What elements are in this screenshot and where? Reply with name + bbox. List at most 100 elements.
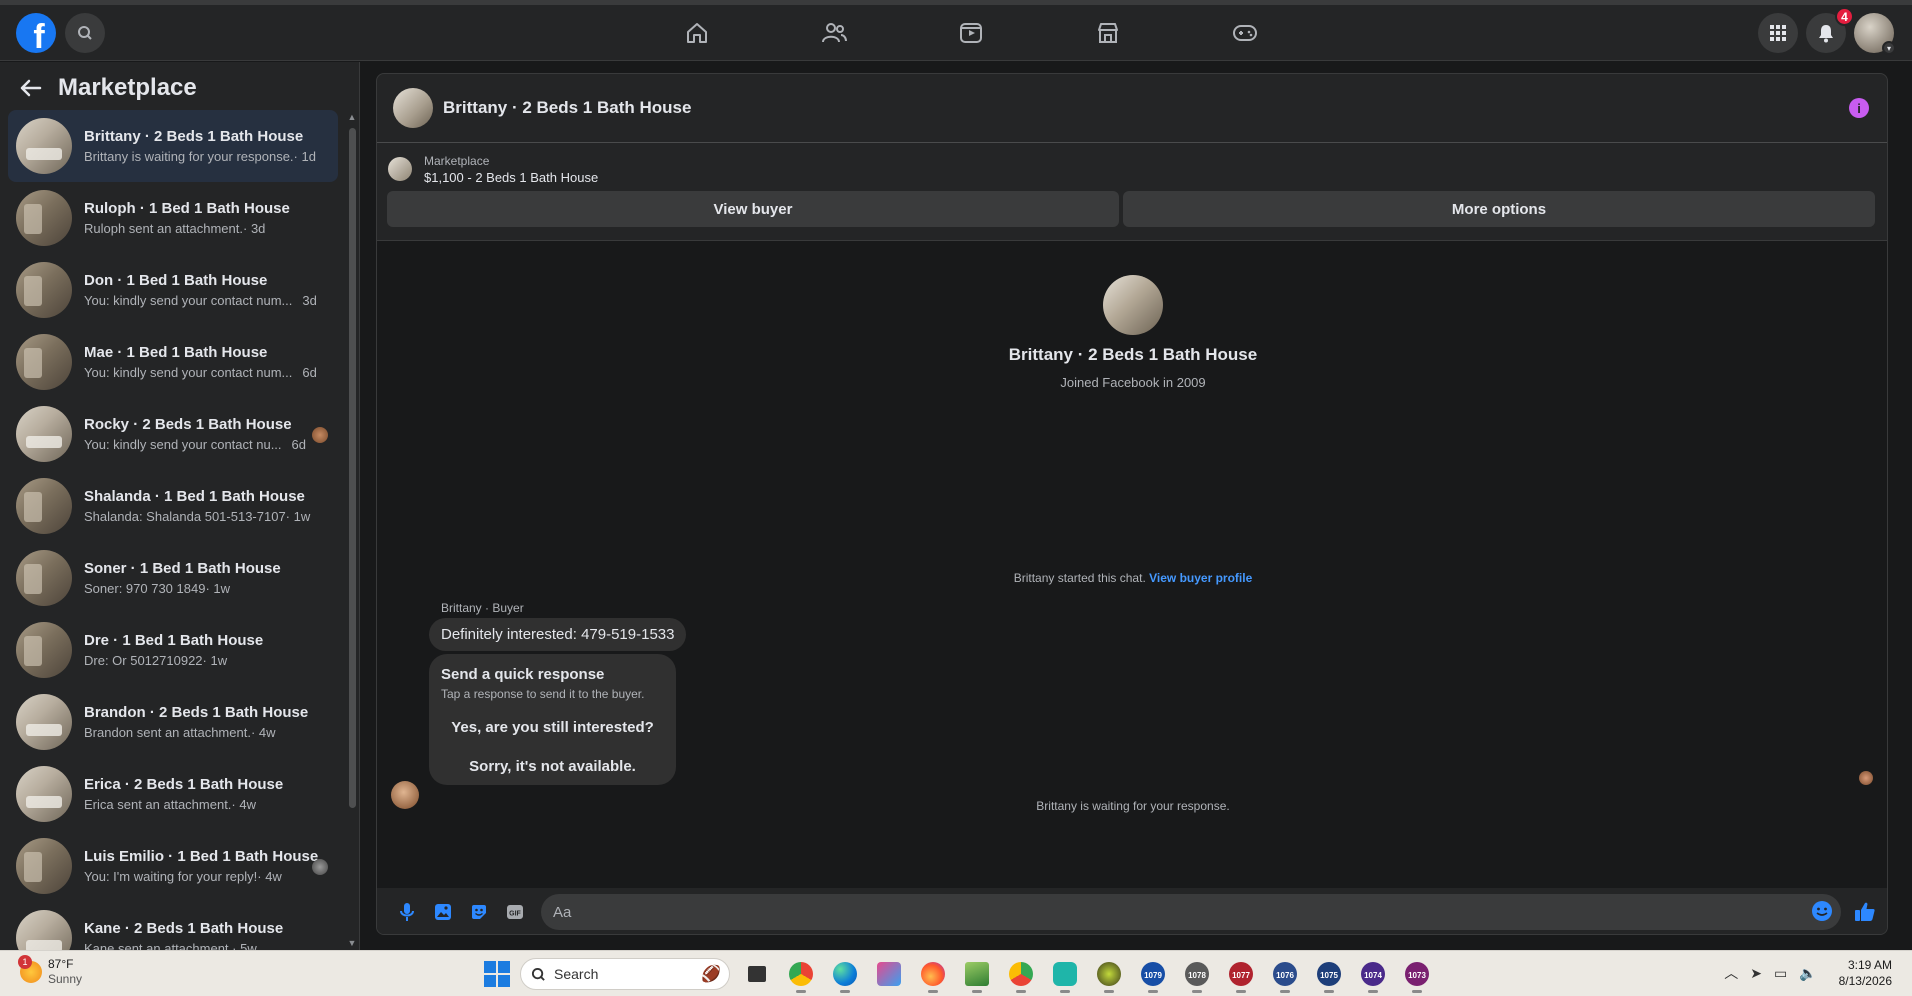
conversation-time: · 1d bbox=[293, 149, 316, 164]
listing-thumbnail bbox=[16, 118, 72, 174]
conversation-name: Luis Emilio · 1 Bed 1 Bath House bbox=[84, 848, 319, 865]
grid-menu-icon bbox=[1770, 25, 1786, 41]
conversation-item[interactable]: Mae · 1 Bed 1 Bath House You: kindly sen… bbox=[8, 326, 338, 398]
nav-home[interactable] bbox=[628, 5, 765, 61]
notifications-button[interactable]: 4 bbox=[1806, 7, 1854, 53]
chat-avatar[interactable] bbox=[393, 88, 433, 128]
menu-button[interactable] bbox=[1758, 13, 1798, 53]
listing-thumbnail bbox=[16, 838, 72, 894]
location-icon[interactable]: ➤ bbox=[1750, 965, 1762, 982]
sheets-app[interactable] bbox=[960, 957, 994, 993]
conversation-item[interactable]: Shalanda · 1 Bed 1 Bath House Shalanda: … bbox=[8, 470, 338, 542]
conversation-item[interactable]: Rocky · 2 Beds 1 Bath House You: kindly … bbox=[8, 398, 338, 470]
chrome-profile-app[interactable] bbox=[1004, 957, 1038, 993]
conversation-item[interactable]: Kane · 2 Beds 1 Bath House Kane sent an … bbox=[8, 902, 338, 950]
pinned-app-1073[interactable]: 1073 bbox=[1400, 957, 1434, 993]
sticker-button[interactable] bbox=[461, 894, 497, 930]
conversation-time: · 3d bbox=[243, 221, 266, 236]
listing-summary[interactable]: Marketplace $1,100 - 2 Beds 1 Bath House bbox=[377, 143, 1887, 187]
conversation-item[interactable]: Don · 1 Bed 1 Bath House You: kindly sen… bbox=[8, 254, 338, 326]
system-clock[interactable]: 3:19 AM 8/13/2026 bbox=[1839, 957, 1892, 989]
conversation-snippet: Brittany is waiting for your response. bbox=[84, 149, 294, 164]
listing-price: $1,100 - 2 Beds 1 Bath House bbox=[424, 169, 599, 185]
quick-response-subtitle: Tap a response to send it to the buyer. bbox=[441, 687, 645, 701]
conversation-item[interactable]: Brittany · 2 Beds 1 Bath House Brittany … bbox=[8, 110, 338, 182]
conversation-name: Soner · 1 Bed 1 Bath House bbox=[84, 560, 281, 577]
snipping-tool-app[interactable] bbox=[872, 957, 906, 991]
chrome-app[interactable] bbox=[784, 957, 818, 993]
taskbar-search[interactable]: Search 🏈 bbox=[520, 958, 730, 990]
task-view-icon bbox=[748, 966, 766, 982]
conversation-snippet: Brandon sent an attachment. bbox=[84, 725, 251, 740]
pinned-app-1076[interactable]: 1076 bbox=[1268, 957, 1302, 993]
facebook-logo[interactable]: f bbox=[16, 13, 56, 53]
back-arrow-icon[interactable] bbox=[18, 78, 42, 98]
quick-response-sorry[interactable]: Sorry, it's not available. bbox=[441, 758, 664, 775]
weather-widget[interactable]: 1 87°F Sunny bbox=[18, 955, 83, 987]
like-button[interactable] bbox=[1847, 894, 1883, 930]
nav-friends[interactable] bbox=[765, 5, 902, 61]
conversation-time: · 4w bbox=[257, 869, 282, 884]
chat-panel: Brittany · 2 Beds 1 Bath House i Marketp… bbox=[376, 73, 1888, 935]
thumbs-up-icon bbox=[1855, 902, 1875, 921]
photo-icon bbox=[435, 904, 451, 920]
account-avatar[interactable]: ▾ bbox=[1854, 13, 1896, 55]
pinned-app-1077[interactable]: 1077 bbox=[1224, 957, 1258, 993]
network-icon[interactable]: ▭ bbox=[1774, 965, 1787, 982]
more-options-button[interactable]: More options bbox=[1123, 191, 1875, 227]
voice-clip-button[interactable] bbox=[389, 894, 425, 930]
listing-thumbnail bbox=[16, 910, 72, 950]
firefox-app[interactable] bbox=[916, 957, 950, 993]
info-button[interactable]: i bbox=[1849, 98, 1869, 118]
conversation-item[interactable]: Soner · 1 Bed 1 Bath House Soner: 970 73… bbox=[8, 542, 338, 614]
task-view-button[interactable] bbox=[740, 957, 774, 991]
sidebar-scrollbar[interactable] bbox=[349, 128, 356, 808]
listing-thumbnail bbox=[16, 262, 72, 318]
windows-start-icon[interactable] bbox=[484, 961, 510, 987]
pinned-app-1075[interactable]: 1075 bbox=[1312, 957, 1346, 993]
volume-icon[interactable]: 🔈 bbox=[1799, 965, 1816, 982]
message-bubble[interactable]: Definitely interested: 479-519-1533 bbox=[429, 618, 687, 651]
message-input[interactable]: Aa bbox=[541, 894, 1841, 930]
conversation-item[interactable]: Luis Emilio · 1 Bed 1 Bath House You: I'… bbox=[8, 830, 338, 902]
gaming-icon bbox=[1232, 25, 1257, 41]
conversation-item[interactable]: Dre · 1 Bed 1 Bath House Dre: Or 5012710… bbox=[8, 614, 338, 686]
pinned-app-1079[interactable]: 1079 bbox=[1136, 957, 1170, 993]
nav-video[interactable] bbox=[902, 5, 1039, 61]
conversation-snippet: You: kindly send your contact num... bbox=[84, 293, 293, 308]
gif-button[interactable]: GIF bbox=[497, 894, 533, 930]
view-buyer-button[interactable]: View buyer bbox=[387, 191, 1119, 227]
xbox-app[interactable] bbox=[1092, 957, 1126, 993]
edge-app[interactable] bbox=[828, 957, 862, 993]
emoji-icon[interactable] bbox=[1811, 900, 1833, 922]
scroll-down-arrow[interactable]: ▼ bbox=[347, 938, 357, 948]
pinned-app-1074[interactable]: 1074 bbox=[1356, 957, 1390, 993]
message-thread: Brittany · 2 Beds 1 Bath House Joined Fa… bbox=[377, 240, 1887, 888]
conversation-item[interactable]: Ruloph · 1 Bed 1 Bath House Ruloph sent … bbox=[8, 182, 338, 254]
conversation-name: Kane · 2 Beds 1 Bath House bbox=[84, 920, 284, 937]
chat-header: Brittany · 2 Beds 1 Bath House i bbox=[377, 74, 1887, 143]
chevron-up-icon[interactable]: ︿ bbox=[1724, 963, 1738, 983]
quick-response-yes[interactable]: Yes, are you still interested? bbox=[441, 719, 664, 736]
app-number: 1076 bbox=[1276, 971, 1294, 980]
conversation-snippet: Ruloph sent an attachment. bbox=[84, 221, 243, 236]
listing-thumbnail bbox=[16, 406, 72, 462]
scroll-up-arrow[interactable]: ▲ bbox=[347, 112, 357, 122]
listing-thumbnail bbox=[16, 622, 72, 678]
sender-label: Brittany · Buyer bbox=[441, 601, 524, 615]
view-buyer-profile-link[interactable]: View buyer profile bbox=[1149, 571, 1252, 585]
chat-title[interactable]: Brittany · 2 Beds 1 Bath House bbox=[443, 98, 691, 118]
weather-condition: Sunny bbox=[48, 972, 83, 986]
conversation-item[interactable]: Erica · 2 Beds 1 Bath House Erica sent a… bbox=[8, 758, 338, 830]
surfshark-app[interactable] bbox=[1048, 957, 1082, 993]
buyer-avatar[interactable] bbox=[1103, 275, 1163, 335]
spreadsheet-icon bbox=[965, 962, 989, 986]
xbox-icon bbox=[1097, 962, 1121, 986]
nav-marketplace[interactable] bbox=[1039, 5, 1176, 61]
pinned-app-1078[interactable]: 1078 bbox=[1180, 957, 1214, 993]
firefox-icon bbox=[921, 962, 945, 986]
search-button[interactable] bbox=[65, 13, 105, 53]
nav-gaming[interactable] bbox=[1176, 5, 1313, 61]
photo-button[interactable] bbox=[425, 894, 461, 930]
conversation-item[interactable]: Brandon · 2 Beds 1 Bath House Brandon se… bbox=[8, 686, 338, 758]
